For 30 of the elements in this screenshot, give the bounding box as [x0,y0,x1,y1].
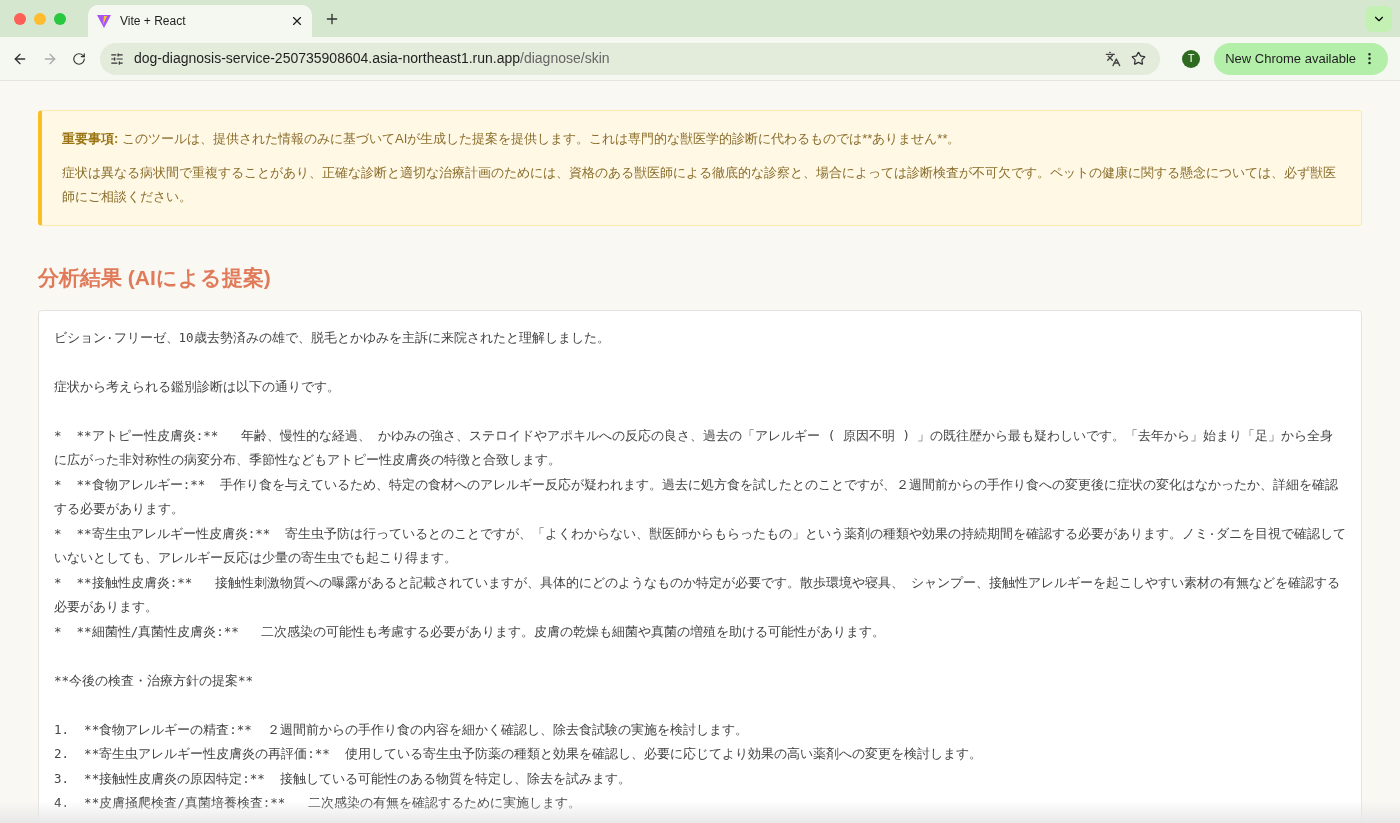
url-host: dog-diagnosis-service-250735908604.asia-northeast1.run.app [134,50,521,66]
profile-avatar[interactable]: T [1182,49,1201,68]
notice-text: 重要事項: このツールは、提供された情報のみに基づいてAIが生成した提案を提供します。これは専門的な獣医学的診断に代わるものでは**ありません**。 [62,130,962,148]
result-line: **今後の検査・治療方針の提案** [54,671,255,690]
result-line: * **細菌性/真菌性皮膚炎:** 二次感染の可能性も考慮する必要があります。皮膚の乾燥も細菌や真菌の増殖を助ける可能性があります。 [54,622,887,641]
new-tab-icon[interactable] [324,11,340,27]
result-line: 3. **接触性皮膚炎の原因特定:** 接触している可能性のある物質を特定し、除去を試みます。 [54,769,632,788]
translate-icon[interactable] [1105,50,1122,67]
tab-list-button[interactable] [1366,6,1392,32]
triangle-logo-icon [96,13,112,29]
result-line: * **接触性皮膚炎:** 接触性刺激物質への曝露があると記載されていますが、具体的にどのようなものか特定が必要です。散歩環境や寝具、 シャンプー、接触性アレルギーを起こしやすい素材の有無などを確認する必要があります。 [54,573,1342,616]
result-line: * **アトピー性皮膚炎:** 年齢、慢性的な経過、 かゆみの強さ、ステロイドやアポキルへの反応の良さ、過去の「アレルギー ( 原因不明 ) 」の既往歴から最も疑わしいです。「去年から」始まり「足」から全身に広がった非対称性の病変分布、季節性などもアトピー性皮膚炎の特徴と合致します。 [54,426,1335,469]
browser-tab[interactable]: Vite + React [88,5,312,37]
result-line: 2. **寄生虫アレルギー性皮膚炎の再評価:** 使用している寄生虫予防薬の種類と効果を確認し、必要に応じてより効果の高い薬剤への変更を検討します。 [54,745,983,763]
tab-title: Vite + React [120,13,187,30]
bookmark-star-icon[interactable] [1131,51,1147,66]
url-path: /diagnose/skin [520,50,610,66]
result-line: * **食物アレルギー:** 手作り食を与えているため、特定の食材へのアレルギー反応が疑われます。過去に処方食を試したとのことですが、２週間前からの手作り食への変更後に症状の変化はなかったか、詳細を確認する必要があります。 [54,475,1340,518]
update-chrome-button[interactable]: New Chrome available [1214,42,1388,75]
notice-detail: 症状は異なる病状間で重複することがあり、正確な診断と適切な治療計画のためには、資格のある獣医師による徹底的な診察と、場合によっては診断検査が不可欠です。ペットの健康に関する懸念については、必ず獣医師にご相談ください。 [62,164,1337,206]
result-line: * **寄生虫アレルギー性皮膚炎:** 寄生虫予防は行っているとのことですが、「よくわからない、獣医師からもらったもの」という薬剤の種類や効果の持続期間を確認する必要があります。ノミ·ダニを目視で確認していないとしても、アレルギー反応は少量の寄生虫でも起こり得ます。 [54,524,1346,567]
reload-icon[interactable] [72,51,86,66]
address-bar[interactable]: dog-diagnosis-service-250735908604.asia-northeast1.run.app/diagnose/skin [100,42,1161,75]
result-line: 4. **皮膚掻爬検査/真菌培養検査:** 二次感染の有無を確認するために実施します。 [54,794,582,812]
result-line: 1. **食物アレルギーの精査:** ２週間前からの手作り食の内容を細かく確認し、除去食試験の実施を検討します。 [54,720,749,739]
site-settings-icon[interactable] [110,51,124,66]
result-line: ビション·フリーゼ、10歳去勢済みの雄で、脱毛とかゆみを主訴に来院されたと理解しました。 [54,328,611,347]
result-line: 症状から考えられる鑑別診断は以下の通りです。 [54,377,341,396]
result-heading: 分析結果 (AIによる提案) [38,265,272,291]
close-icon[interactable] [290,14,304,28]
